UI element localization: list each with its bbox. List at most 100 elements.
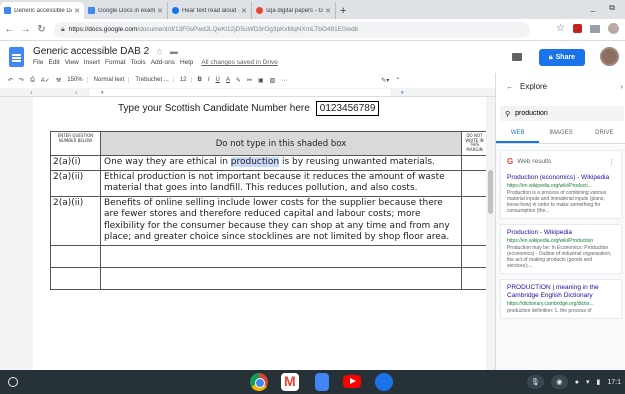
close-tab-icon[interactable]: ✕ xyxy=(74,7,80,15)
print-icon[interactable]: ⎙ xyxy=(30,77,35,84)
select-to-speak-icon[interactable]: ◉ xyxy=(550,375,568,389)
cast-icon[interactable] xyxy=(590,24,600,33)
question-number-cell[interactable]: 2(a)(i) xyxy=(50,155,101,171)
tab-hear-text-read-aloud[interactable]: Hear text read aloud - Chromeb ✕ xyxy=(168,2,252,19)
extension-icon[interactable] xyxy=(573,24,582,33)
explore-search-input[interactable] xyxy=(515,110,606,117)
microphone-icon[interactable]: 🎙︎ xyxy=(526,375,544,389)
new-tab-button[interactable]: + xyxy=(340,5,346,17)
menu-file[interactable]: File xyxy=(33,59,43,66)
answer-cell[interactable] xyxy=(100,244,462,268)
files-icon[interactable] xyxy=(375,373,393,391)
back-arrow-icon[interactable]: ← xyxy=(506,82,514,91)
table-row[interactable]: 2(a)(ii) Benefits of online selling incl… xyxy=(50,195,486,246)
explore-search[interactable]: ⚲ xyxy=(500,106,624,121)
menu-format[interactable]: Format xyxy=(105,59,126,66)
italic-button[interactable]: I xyxy=(208,77,210,83)
tab-web[interactable]: WEB xyxy=(496,130,540,143)
add-comment-icon[interactable]: ▣ xyxy=(258,77,264,84)
tab-google-docs-in-exams[interactable]: Google Docs in exams - Google ✕ xyxy=(84,2,168,19)
font-size-select[interactable]: 12 xyxy=(180,77,192,83)
close-tab-icon[interactable]: ✕ xyxy=(325,7,331,15)
chrome-icon[interactable] xyxy=(250,373,268,391)
answer-cell[interactable]: Ethical production is not important beca… xyxy=(100,169,462,197)
answer-text[interactable]: is by reusing unwanted materials. xyxy=(279,157,435,167)
gmail-icon[interactable] xyxy=(281,373,299,391)
menu-help[interactable]: Help xyxy=(180,59,193,66)
launcher-icon[interactable] xyxy=(8,377,18,387)
user-avatar[interactable] xyxy=(600,47,619,66)
menu-tools[interactable]: Tools xyxy=(131,59,146,66)
folder-icon[interactable]: ▬ xyxy=(170,47,178,56)
result-title[interactable]: PRODUCTION | meaning in the Cambridge En… xyxy=(507,284,615,300)
answer-text[interactable]: One way they are ethical in xyxy=(104,157,231,167)
table-row[interactable]: 2(a)(i) One way they are ethical in prod… xyxy=(50,155,486,171)
highlight-icon[interactable]: ✎ xyxy=(236,77,241,84)
bookmark-star-icon[interactable]: ☆ xyxy=(556,23,565,34)
table-row[interactable]: 2(a)(ii) Ethical production is not impor… xyxy=(50,169,486,197)
question-number-cell[interactable]: 2(a)(ii) xyxy=(50,195,101,246)
redo-icon[interactable]: ↷ xyxy=(19,77,24,84)
save-status[interactable]: All changes saved in Drive xyxy=(201,59,278,66)
result-title[interactable]: Production (economics) - Wikipedia xyxy=(507,174,615,182)
question-number-cell[interactable]: 2(a)(ii) xyxy=(50,169,101,197)
link-icon[interactable]: ⚯ xyxy=(247,77,252,84)
search-result[interactable]: PRODUCTION | meaning in the Cambridge En… xyxy=(500,279,622,319)
search-result[interactable]: Production (economics) - Wikipedia https… xyxy=(507,174,615,214)
menu-view[interactable]: View xyxy=(65,59,79,66)
youtube-icon[interactable] xyxy=(343,375,361,388)
zoom-select[interactable]: 150% xyxy=(67,77,88,83)
tab-sqa-digital-papers[interactable]: sqa digital papers - Google Sear ✕ xyxy=(252,2,336,19)
status-tray[interactable]: 🎙︎ ◉ ● ▾ ▮ 17:1 xyxy=(526,374,621,390)
text-color-button[interactable]: A xyxy=(226,77,230,83)
tab-generic-accessible-dab[interactable]: Generic accessible DAB 2 - Goo ✕ xyxy=(0,2,84,19)
collapse-icon[interactable]: ⌃ xyxy=(395,77,400,84)
tab-images[interactable]: IMAGES xyxy=(539,130,582,143)
more-button[interactable]: ⋯ xyxy=(281,77,287,84)
answer-cell[interactable]: One way they are ethical in production i… xyxy=(100,155,462,171)
ruler[interactable]: 1 1 ▼ ▼ xyxy=(0,88,495,97)
selected-text[interactable]: production xyxy=(230,157,280,167)
address-bar[interactable]: 🔒︎ https://docs.google.com/document/d/13… xyxy=(54,21,530,38)
underline-button[interactable]: U xyxy=(216,77,220,83)
image-icon[interactable]: ▨ xyxy=(270,77,276,84)
question-number-cell[interactable] xyxy=(50,244,101,268)
forward-arrow-icon[interactable]: → xyxy=(19,24,32,35)
docs-logo-icon[interactable] xyxy=(9,47,24,67)
indent-marker-icon[interactable]: ▼ xyxy=(100,90,104,95)
close-tab-icon[interactable]: ✕ xyxy=(157,7,163,15)
table-row[interactable] xyxy=(50,244,486,268)
star-icon[interactable]: ☆ xyxy=(156,47,163,56)
tab-drive[interactable]: DRIVE xyxy=(583,130,625,143)
menu-edit[interactable]: Edit xyxy=(48,59,59,66)
question-number-cell[interactable] xyxy=(50,266,101,290)
bold-button[interactable]: B xyxy=(198,77,202,83)
profile-avatar[interactable] xyxy=(608,23,619,34)
scrollbar-thumb[interactable] xyxy=(488,170,493,214)
share-button[interactable]: 🔒︎ Share xyxy=(539,49,585,66)
close-icon[interactable]: › xyxy=(620,82,623,91)
more-options-icon[interactable]: ⋮ xyxy=(609,158,616,166)
comment-icon[interactable] xyxy=(512,53,522,61)
document-title-text[interactable]: Generic accessible DAB 2 xyxy=(33,46,149,57)
window-controls[interactable]: _ ⧉ xyxy=(591,3,621,13)
paint-format-icon[interactable]: ⚒ xyxy=(56,77,61,84)
menu-addons[interactable]: Add-ons xyxy=(151,59,175,66)
answer-cell[interactable] xyxy=(100,266,462,290)
undo-icon[interactable]: ↶ xyxy=(8,77,13,84)
close-tab-icon[interactable]: ✕ xyxy=(241,7,247,15)
docs-app-icon[interactable] xyxy=(315,373,329,391)
menu-insert[interactable]: Insert xyxy=(84,59,100,66)
document-scrollbar[interactable] xyxy=(486,97,495,370)
spellcheck-icon[interactable]: A✓ xyxy=(41,77,50,84)
back-arrow-icon[interactable]: ← xyxy=(3,24,16,35)
result-title[interactable]: Production - Wikipedia xyxy=(507,229,615,237)
table-row[interactable] xyxy=(50,266,486,290)
document-title[interactable]: Generic accessible DAB 2 ☆ ▬ xyxy=(33,46,178,57)
search-result[interactable]: Production - Wikipedia https://en.wikipe… xyxy=(500,224,622,274)
editing-mode-icon[interactable]: ✎▾ xyxy=(381,77,389,84)
reload-icon[interactable]: ↻ xyxy=(35,24,48,35)
document-canvas[interactable]: Type your Scottish Candidate Number here… xyxy=(0,97,486,370)
right-indent-marker-icon[interactable]: ▼ xyxy=(400,90,404,95)
font-select[interactable]: Trebuchet ... xyxy=(135,77,174,83)
